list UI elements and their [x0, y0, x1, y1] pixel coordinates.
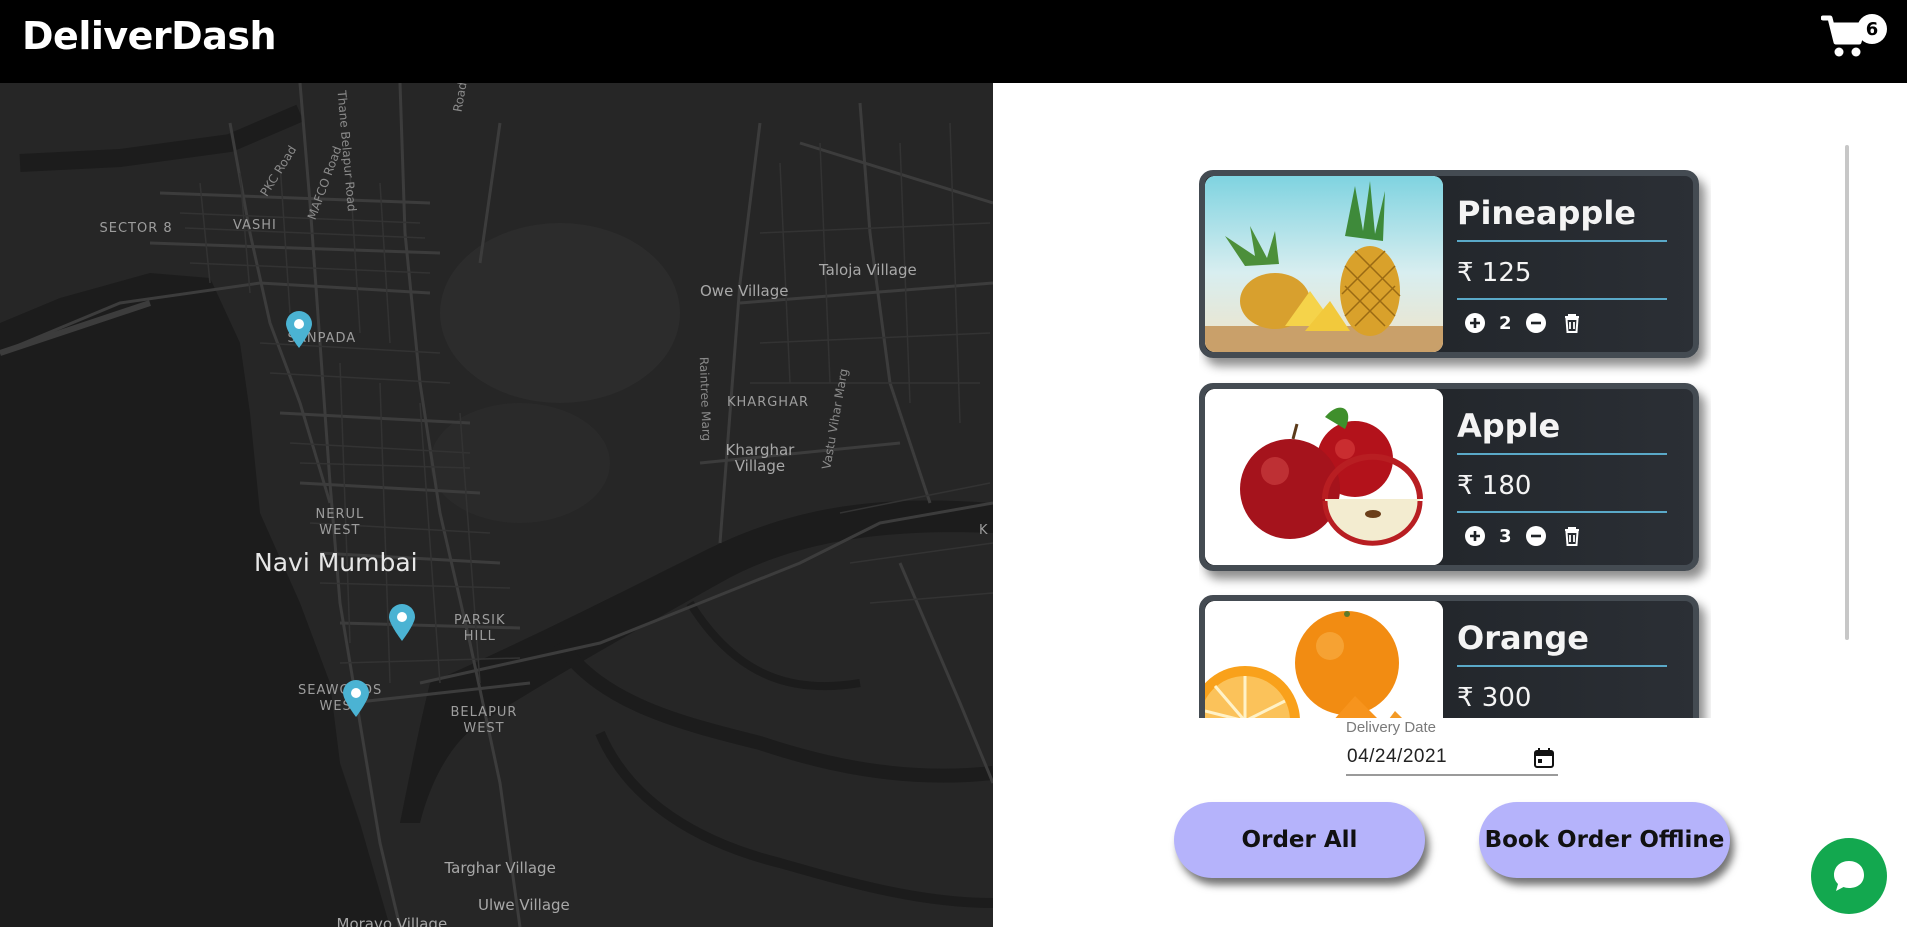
- delivery-date-value: 04/24/2021: [1347, 746, 1448, 767]
- item-name: Pineapple: [1457, 194, 1667, 242]
- map-terrain: [0, 83, 993, 927]
- item-price: ₹ 125: [1457, 258, 1667, 300]
- calendar-icon[interactable]: [1532, 746, 1556, 770]
- cart-item-card: Apple ₹ 180 3: [1199, 383, 1699, 571]
- apple-image: [1205, 389, 1443, 565]
- map-label-parsik-line1: PARSIK: [454, 613, 506, 628]
- chat-bubble-icon: [1834, 861, 1864, 891]
- map-label-taloja-village: Taloja Village: [819, 261, 917, 279]
- map-label-targhar-village: Targhar Village: [444, 859, 556, 877]
- map-pin-icon: [286, 311, 312, 348]
- delivery-date-label: Delivery Date: [1346, 719, 1437, 736]
- delivery-date-input[interactable]: 04/24/2021: [1346, 738, 1558, 776]
- map-label-nerul: NERUL WEST: [316, 507, 365, 539]
- orange-photo: [1205, 601, 1443, 718]
- map-label-navi-mumbai: Navi Mumbai: [254, 548, 418, 577]
- brand-logo[interactable]: DeliverDash: [22, 14, 277, 58]
- apple-photo: [1205, 389, 1443, 565]
- map-label-kharghar-village-line2: Village: [734, 457, 786, 475]
- quantity-controls: 2: [1463, 310, 1584, 336]
- map-label-owe-village: Owe Village: [700, 282, 789, 300]
- location-pin-nerul[interactable]: [387, 604, 417, 642]
- map-label-nerul-line1: NERUL: [315, 507, 365, 522]
- cart-count-badge: 6: [1857, 14, 1887, 44]
- map-pin-icon: [389, 604, 415, 641]
- cart-item-card: Pineapple ₹ 125 2: [1199, 170, 1699, 358]
- quantity-controls: 3: [1463, 523, 1584, 549]
- trash-icon[interactable]: [1560, 524, 1584, 548]
- location-pin-sanpada[interactable]: [284, 311, 314, 349]
- cart-item-list[interactable]: Pineapple ₹ 125 2 Apple ₹ 180 3 Orange ₹…: [1199, 170, 1711, 718]
- map-label-edge-k: K: [979, 523, 989, 538]
- map-label-moravo-village: Moravo Village: [336, 915, 448, 927]
- item-name: Apple: [1457, 407, 1667, 455]
- map-label-ulwe-village: Ulwe Village: [478, 896, 570, 914]
- minus-circle-icon[interactable]: [1524, 311, 1548, 335]
- minus-circle-icon[interactable]: [1524, 524, 1548, 548]
- map-label-kharghar-village: Kharghar Village: [726, 442, 795, 474]
- map-label-raintree-marg: Raintree Marg: [696, 356, 714, 442]
- map-label-nerul-line2: WEST: [319, 523, 361, 538]
- map-label-belapur-line2: WEST: [463, 721, 505, 736]
- item-price: ₹ 300: [1457, 683, 1667, 718]
- top-bar: DeliverDash 6: [0, 0, 1907, 83]
- plus-circle-icon[interactable]: [1463, 524, 1487, 548]
- book-order-offline-button[interactable]: Book Order Offline: [1479, 802, 1730, 878]
- plus-circle-icon[interactable]: [1463, 311, 1487, 335]
- map-label-belapur-line1: BELAPUR: [450, 705, 518, 720]
- item-quantity: 2: [1499, 312, 1512, 334]
- pineapple-photo: [1205, 176, 1443, 352]
- map-label-vashi: VASHI: [233, 218, 277, 233]
- pineapple-image: [1205, 176, 1443, 352]
- map-label-parsik-hill: PARSIK HILL: [454, 613, 506, 645]
- order-all-button[interactable]: Order All: [1174, 802, 1425, 878]
- cart-list-scrollbar[interactable]: [1845, 145, 1849, 640]
- delivery-map[interactable]: SECTOR 8 VASHI SANPADA NERUL WEST Navi M…: [0, 83, 993, 927]
- item-price: ₹ 180: [1457, 471, 1667, 513]
- map-pin-icon: [343, 680, 369, 717]
- map-label-belapur: BELAPUR WEST: [451, 705, 518, 737]
- map-label-parsik-line2: HILL: [463, 629, 496, 644]
- location-pin-seawoods[interactable]: [341, 680, 371, 718]
- cart-button[interactable]: 6: [1820, 14, 1887, 62]
- orange-image: [1205, 601, 1443, 718]
- map-label-kharghar: KHARGHAR: [727, 395, 810, 410]
- cart-item-card: Orange ₹ 300: [1199, 595, 1699, 718]
- item-name: Orange: [1457, 619, 1667, 667]
- chat-widget-button[interactable]: [1811, 838, 1887, 914]
- item-quantity: 3: [1499, 525, 1512, 547]
- trash-icon[interactable]: [1560, 311, 1584, 335]
- map-label-sector8: SECTOR 8: [99, 221, 173, 236]
